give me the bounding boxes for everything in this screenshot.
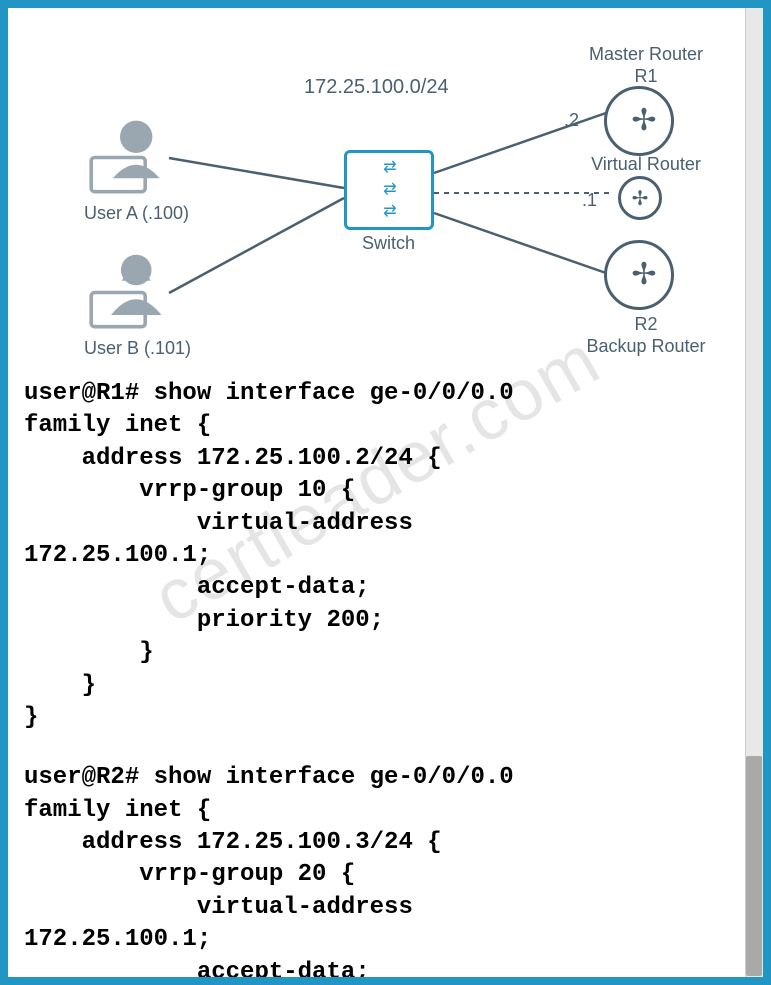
user-a-icon <box>84 108 174 198</box>
router-r2-icon: ✢ <box>604 240 674 310</box>
r1-config-output: user@R1# show interface ge-0/0/0.0 famil… <box>24 378 730 734</box>
switch-label: Switch <box>362 233 415 254</box>
network-cidr-label: 172.25.100.0/24 <box>304 76 449 99</box>
router-r1-icon: ✢ <box>604 86 674 156</box>
user-a-label: User A (.100) <box>84 203 189 224</box>
window-frame: 172.25.100.0/24 User A (.100) <box>0 0 771 985</box>
network-diagram: 172.25.100.0/24 User A (.100) <box>24 28 730 388</box>
r2-role-label: Backup Router <box>576 336 716 357</box>
user-b-label: User B (.101) <box>84 338 191 359</box>
r1-role-label: Master Router <box>576 44 716 65</box>
virtual-router-label: Virtual Router <box>576 154 716 175</box>
r1-name-label: R1 <box>576 66 716 87</box>
scroll-area: 172.25.100.0/24 User A (.100) <box>8 8 746 977</box>
switch-arrow-icon: ⇄ <box>383 182 394 198</box>
link-virtual-addr: .1 <box>582 190 597 211</box>
virtual-router-icon: ✢ <box>618 176 662 220</box>
router-arrows-icon: ✢ <box>632 186 649 211</box>
r2-config-output: user@R2# show interface ge-0/0/0.0 famil… <box>24 762 730 979</box>
scrollbar-track[interactable] <box>745 8 763 977</box>
user-b-icon <box>84 243 174 333</box>
link-r1-addr: .2 <box>564 110 579 131</box>
r2-name-label: R2 <box>576 314 716 335</box>
switch-icon: ⇄ ⇄ ⇄ <box>344 150 434 230</box>
switch-arrow-icon: ⇄ <box>383 160 394 176</box>
switch-arrow-icon: ⇄ <box>383 204 394 220</box>
scrollbar-thumb[interactable] <box>746 756 762 976</box>
content-frame: 172.25.100.0/24 User A (.100) <box>6 6 765 979</box>
